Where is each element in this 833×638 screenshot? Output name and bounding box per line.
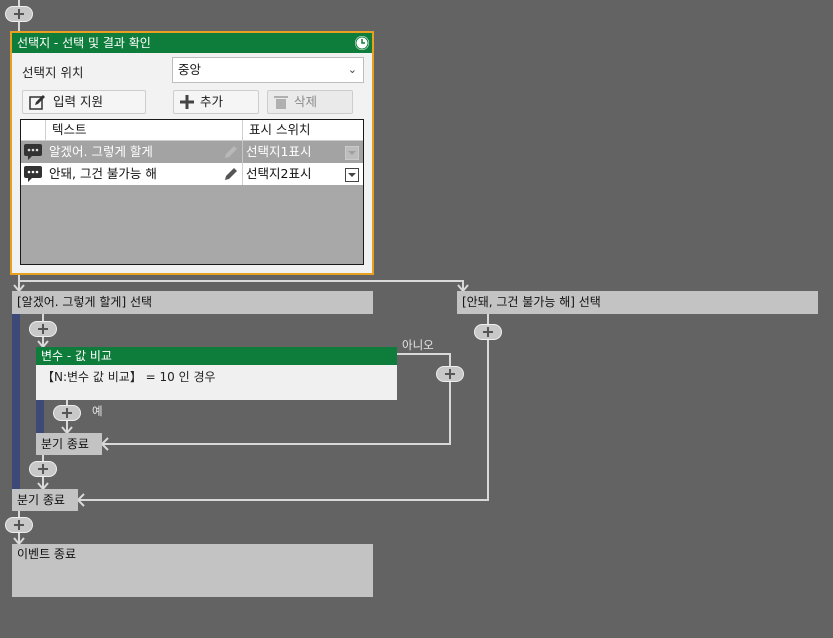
add-command-button[interactable]: [436, 366, 464, 382]
clock-icon[interactable]: [355, 36, 369, 50]
add-label: 추가: [200, 94, 224, 109]
branch-rail-inner: [36, 400, 44, 433]
input-help-button[interactable]: 입력 지원: [22, 90, 146, 114]
plus-icon: [14, 9, 24, 19]
input-help-label: 입력 지원: [53, 94, 103, 109]
add-button[interactable]: 추가: [173, 90, 259, 114]
choice-command-panel[interactable]: 선택지 - 선택 및 결과 확인 선택지 위치 중앙 ⌄ 입력 지원 추가 삭제…: [10, 31, 374, 275]
row-text: 안돼, 그건 불가능 해: [49, 166, 157, 181]
position-value: 중앙: [178, 62, 202, 77]
edit-icon: [29, 95, 45, 110]
branch-rail-outer: [12, 314, 20, 489]
branch-end-inner[interactable]: 분기 종료: [36, 433, 102, 455]
trash-icon: [274, 96, 288, 109]
plus-icon: [38, 464, 48, 474]
position-label: 선택지 위치: [22, 65, 84, 80]
speech-icon: [24, 166, 42, 189]
add-command-button[interactable]: [29, 461, 57, 477]
plus-icon: [445, 369, 455, 379]
event-end[interactable]: 이벤트 종료: [12, 544, 373, 597]
column-switch-header: 표시 스위치: [249, 122, 311, 137]
plus-icon: [62, 408, 72, 418]
branch-right-header[interactable]: [안돼, 그건 불가능 해] 선택: [457, 291, 818, 314]
plus-icon: [38, 324, 48, 334]
add-command-button[interactable]: [5, 517, 33, 533]
plus-icon: [14, 520, 24, 530]
dropdown-icon[interactable]: [345, 167, 359, 189]
plus-icon: [180, 95, 194, 109]
column-text-header: 텍스트: [52, 122, 87, 137]
plus-icon: [483, 327, 493, 337]
position-select[interactable]: 중앙 ⌄: [172, 57, 364, 83]
branch-end-outer[interactable]: 분기 종료: [12, 489, 78, 511]
condition-body: 【N:변수 값 비교】 = 10 인 경우: [42, 370, 216, 384]
add-command-button[interactable]: [474, 324, 502, 340]
add-command-button[interactable]: [29, 321, 57, 337]
yes-label: 예: [92, 404, 103, 418]
choice-panel-title: 선택지 - 선택 및 결과 확인: [17, 36, 151, 50]
condition-command-panel[interactable]: 변수 - 값 비교 【N:변수 값 비교】 = 10 인 경우: [36, 347, 397, 400]
table-row[interactable]: 안돼, 그건 불가능 해 선택지2표시: [21, 163, 363, 185]
add-command-button[interactable]: [53, 405, 81, 421]
row-text: 알겠어. 그렇게 할게: [49, 144, 153, 159]
delete-button[interactable]: 삭제: [267, 90, 353, 114]
add-command-button[interactable]: [5, 6, 33, 22]
row-switch: 선택지1표시: [246, 144, 312, 159]
condition-title: 변수 - 값 비교: [36, 347, 397, 365]
branch-left-header[interactable]: [알겠어. 그렇게 할게] 선택: [12, 291, 373, 314]
table-row[interactable]: 알겠어. 그렇게 할게 선택지1표시: [21, 141, 363, 163]
table-header: 텍스트 표시 스위치: [21, 120, 363, 141]
row-switch: 선택지2표시: [246, 166, 312, 181]
pencil-icon[interactable]: [224, 166, 238, 188]
choice-panel-header: 선택지 - 선택 및 결과 확인: [12, 33, 372, 53]
choices-table: 텍스트 표시 스위치 알겠어. 그렇게 할게 선택지1표시 안돼, 그건 불가능…: [20, 119, 364, 265]
no-label: 아니오: [402, 338, 434, 352]
delete-label: 삭제: [294, 94, 318, 109]
chevron-down-icon: ⌄: [347, 63, 357, 76]
